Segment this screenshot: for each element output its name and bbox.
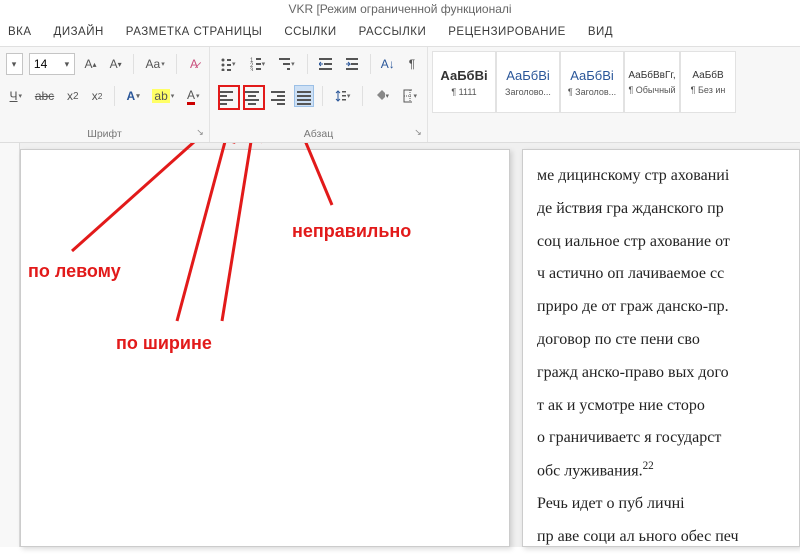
clear-format-button[interactable]: A̷	[185, 53, 203, 75]
align-right-button[interactable]	[268, 85, 288, 107]
font-name-combo[interactable]: ▾	[6, 53, 23, 75]
font-dialog-launcher[interactable]: ↘	[194, 127, 206, 139]
tab-references[interactable]: ССЫЛКИ	[284, 26, 336, 38]
numbering-button[interactable]: 123▾	[246, 53, 270, 75]
decrease-indent-button[interactable]	[315, 53, 335, 75]
tab-review[interactable]: РЕЦЕНЗИРОВАНИЕ	[448, 26, 566, 38]
group-font: ▾ ▾ A▴ A▾ Aa▾ A̷ Ч▾ abc x2 x2 A▾	[0, 47, 210, 142]
align-center-icon	[245, 89, 259, 103]
tab-design[interactable]: ДИЗАЙН	[54, 26, 104, 38]
change-case-button[interactable]: Aa▾	[142, 53, 168, 75]
tab-layout[interactable]: РАЗМЕТКА СТРАНИЦЫ	[126, 26, 263, 38]
align-right-icon	[271, 89, 285, 103]
styles-gallery[interactable]: АаБбВі ¶ 1111 АаБбВі Заголово... АаБбВі …	[432, 51, 796, 113]
font-color-button[interactable]: A▾	[183, 85, 203, 107]
subscript-button[interactable]: x2	[63, 85, 82, 107]
page-blank[interactable]	[20, 149, 510, 547]
style-heading1[interactable]: АаБбВі Заголово...	[496, 51, 560, 113]
ribbon: ▾ ▾ A▴ A▾ Aa▾ A̷ Ч▾ abc x2 x2 A▾	[0, 47, 800, 143]
sort-button[interactable]: A↓	[378, 53, 397, 75]
shrink-font-button[interactable]: A▾	[106, 53, 125, 75]
page-text[interactable]: ме дицинскому стр ахованиіде йствия гра …	[522, 149, 800, 547]
chevron-down-icon[interactable]: ▾	[7, 59, 21, 70]
shading-button[interactable]: ▾	[371, 85, 393, 107]
svg-text:3: 3	[250, 68, 254, 71]
document-area: ме дицинскому стр ахованиіде йствия гра …	[0, 143, 800, 547]
style-1111[interactable]: АаБбВі ¶ 1111	[432, 51, 496, 113]
font-size-input[interactable]	[30, 57, 60, 71]
style-no-spacing[interactable]: АаБбВ ¶ Без ин	[680, 51, 736, 113]
highlight-button[interactable]: ab▾	[149, 85, 177, 107]
underline-button[interactable]: Ч▾	[6, 85, 26, 107]
align-center-button[interactable]	[242, 85, 262, 107]
paragraph-dialog-launcher[interactable]: ↘	[412, 127, 424, 139]
align-left-icon	[219, 89, 233, 103]
bullets-button[interactable]: ▾	[216, 53, 240, 75]
increase-indent-button[interactable]	[342, 53, 362, 75]
chevron-down-icon[interactable]: ▾	[60, 59, 74, 70]
superscript-button[interactable]: x2	[88, 85, 106, 107]
align-justify-button[interactable]	[294, 85, 314, 107]
style-heading2[interactable]: АаБбВі ¶ Заголов...	[560, 51, 624, 113]
tab-view[interactable]: ВИД	[588, 26, 613, 38]
align-left-button[interactable]	[216, 85, 236, 107]
font-size-combo[interactable]: ▾	[29, 53, 75, 75]
show-marks-button[interactable]: ¶	[403, 53, 421, 75]
group-paragraph-label: Абзац	[216, 126, 421, 140]
ribbon-tabs: ВКА ДИЗАЙН РАЗМЕТКА СТРАНИЦЫ ССЫЛКИ РАСС…	[0, 20, 800, 47]
window-title: VKR [Режим ограниченной функционалі	[0, 0, 800, 20]
borders-button[interactable]: ▾	[399, 85, 421, 107]
text-effects-button[interactable]: A▾	[123, 85, 143, 107]
strike-button[interactable]: abc	[32, 85, 58, 107]
group-font-label: Шрифт	[6, 126, 203, 140]
line-spacing-button[interactable]: ▾	[331, 85, 354, 107]
multilevel-button[interactable]: ▾	[275, 53, 299, 75]
tab-mailings[interactable]: РАССЫЛКИ	[359, 26, 427, 38]
style-normal[interactable]: АаБбВвГг, ¶ Обычный	[624, 51, 680, 113]
align-justify-icon	[297, 89, 311, 103]
tab-vstavka[interactable]: ВКА	[8, 26, 32, 38]
grow-font-button[interactable]: A▴	[81, 53, 100, 75]
vertical-ruler[interactable]	[0, 143, 20, 547]
group-styles: АаБбВі ¶ 1111 АаБбВі Заголово... АаБбВі …	[428, 47, 800, 142]
document-body-text: ме дицинскому стр ахованиіде йствия гра …	[537, 160, 799, 554]
group-paragraph: ▾ 123▾ ▾ A↓ ¶	[210, 47, 428, 142]
